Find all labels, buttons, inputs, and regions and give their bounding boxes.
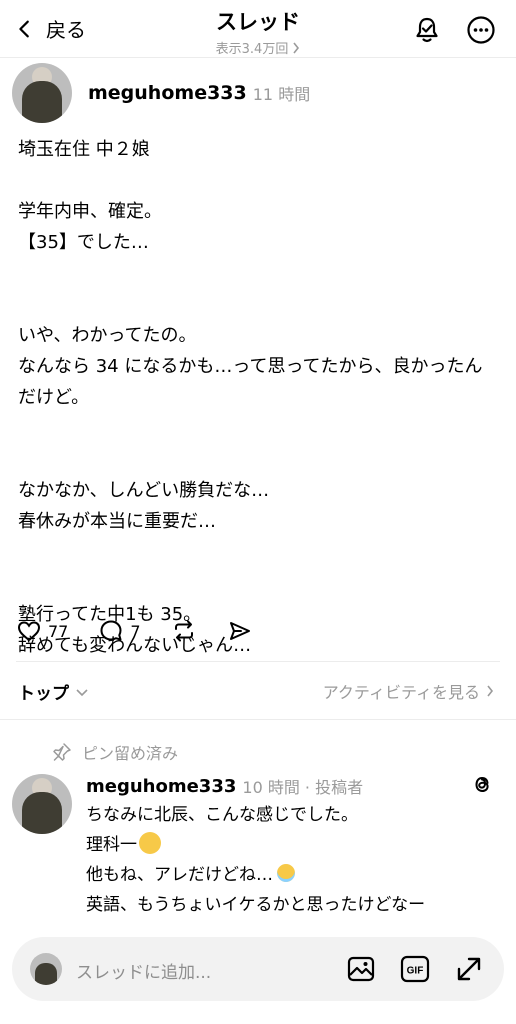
chevron-right-icon bbox=[487, 685, 494, 697]
expand-icon[interactable] bbox=[454, 954, 484, 984]
pin-icon bbox=[53, 743, 71, 761]
reply-line-text: 理科一 bbox=[86, 835, 137, 855]
comment-icon bbox=[100, 620, 122, 641]
reply-header: meguhome333 10 時間 · 投稿者 bbox=[86, 774, 363, 798]
post-username[interactable]: meguhome333 bbox=[88, 82, 247, 104]
activity-label: アクティビティを見る bbox=[322, 683, 480, 702]
reply-username[interactable]: meguhome333 bbox=[86, 776, 236, 797]
post-line: なんなら 34 になるかも…って思ってたから、良かったん bbox=[18, 356, 483, 377]
heart-icon bbox=[17, 621, 41, 642]
reply-line-text: 他もね、アレだけどね… bbox=[86, 865, 273, 885]
avatar[interactable] bbox=[12, 63, 72, 123]
threads-icon[interactable] bbox=[470, 772, 494, 796]
reply-meta: 10 時間 · 投稿者 bbox=[242, 778, 364, 797]
sort-label: トップ bbox=[18, 684, 69, 704]
divider bbox=[0, 719, 516, 720]
avatar[interactable] bbox=[12, 774, 72, 834]
post-actions: 77 7 bbox=[16, 618, 253, 644]
thread-page: 戻る スレッド 表示3.4万回 meguhome333 11 時間 埼玉在住 中… bbox=[0, 0, 516, 1024]
post-line: 埼玉在住 中２娘 bbox=[18, 139, 150, 160]
bell-icon[interactable] bbox=[412, 15, 442, 45]
post-body: 埼玉在住 中２娘 学年内申、確定。 【35】でした… いや、わかってたの。 なん… bbox=[18, 134, 504, 661]
share-button[interactable] bbox=[227, 618, 253, 644]
reply-line: 英語、もうちょいイケるかと思ったけどなー bbox=[86, 895, 426, 915]
post-line: なかなか、しんどい勝負だな… bbox=[18, 480, 270, 501]
like-count: 77 bbox=[48, 621, 69, 641]
composer-placeholder[interactable]: スレッドに追加... bbox=[76, 958, 211, 983]
view-activity-link[interactable]: アクティビティを見る bbox=[323, 679, 494, 703]
more-icon[interactable] bbox=[466, 15, 496, 45]
post-line: 【35】でした… bbox=[18, 232, 149, 253]
views-count: 表示3.4万回 bbox=[215, 42, 289, 57]
reply-avatar-wrap bbox=[12, 774, 72, 834]
pinned-label: ピン留め済み bbox=[82, 744, 179, 763]
repost-button[interactable] bbox=[171, 618, 197, 644]
divider bbox=[16, 661, 500, 662]
post-header: meguhome333 11 時間 bbox=[12, 63, 310, 123]
gif-icon[interactable]: GIF bbox=[400, 954, 430, 984]
angel-emoji bbox=[275, 862, 297, 884]
svg-text:GIF: GIF bbox=[407, 966, 424, 977]
repost-icon bbox=[174, 620, 193, 642]
reply-line: ちなみに北辰、こんな感じでした。 bbox=[86, 805, 358, 825]
chevron-down-icon bbox=[76, 688, 88, 696]
reply-line-3: 他もね、アレだけどね… bbox=[86, 860, 496, 890]
sort-dropdown[interactable]: トップ bbox=[18, 679, 89, 704]
avatar bbox=[30, 953, 62, 985]
chevron-right-icon bbox=[293, 42, 300, 53]
views-link[interactable]: 表示3.4万回 bbox=[216, 38, 301, 57]
reply-line-2: 理科一 bbox=[86, 830, 496, 860]
reply-count: 7 bbox=[130, 621, 141, 641]
composer-bar[interactable]: スレッドに追加... GIF bbox=[12, 937, 504, 1001]
like-button[interactable]: 77 bbox=[16, 618, 68, 644]
reply-body: ちなみに北辰、こんな感じでした。 理科一 他もね、アレだけどね… 英語、もうちょ… bbox=[86, 800, 496, 920]
post-line: いや、わかってたの。 bbox=[18, 325, 197, 346]
reply-button[interactable]: 7 bbox=[98, 618, 141, 644]
header: 戻る スレッド 表示3.4万回 bbox=[0, 0, 516, 58]
post-time: 11 時間 bbox=[252, 85, 311, 104]
post-line: だけど。 bbox=[18, 387, 90, 408]
image-icon[interactable] bbox=[346, 954, 376, 984]
scream-emoji bbox=[139, 832, 161, 854]
post-line: 春休みが本当に重要だ… bbox=[18, 511, 216, 532]
pinned-indicator: ピン留め済み bbox=[52, 740, 178, 764]
post-line: 学年内申、確定。 bbox=[18, 201, 162, 222]
share-icon bbox=[229, 622, 250, 640]
